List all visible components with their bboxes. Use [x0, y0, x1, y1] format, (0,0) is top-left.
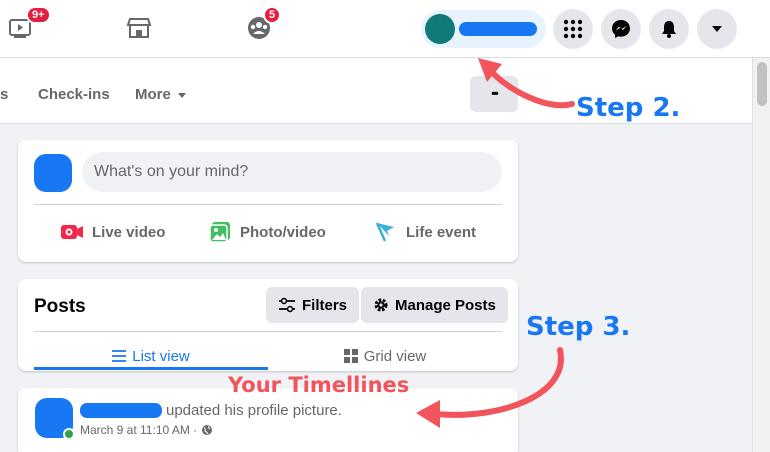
marketplace-nav-button[interactable] [121, 10, 157, 46]
tab-more-label: More [135, 86, 171, 103]
post-meta: March 9 at 11:10 AM · [80, 423, 213, 437]
list-view-label: List view [132, 347, 190, 365]
groups-badge: 5 [263, 6, 282, 24]
scrollbar[interactable] [752, 58, 770, 452]
tab-more[interactable]: More [135, 86, 187, 103]
tab-partial[interactable]: s [0, 86, 8, 103]
live-video-icon [61, 225, 83, 239]
composer-placeholder: What's on your mind? [94, 163, 249, 180]
life-event-button[interactable]: Life event [374, 220, 476, 244]
timeline-post: updated his profile picture. March 9 at … [18, 388, 518, 452]
divider [34, 204, 502, 205]
caret-down-icon [712, 26, 722, 32]
post-timestamp[interactable]: March 9 at 11:10 AM · [80, 423, 197, 437]
posts-title: Posts [34, 296, 86, 317]
manage-posts-button[interactable]: Manage Posts [361, 287, 508, 323]
avatar [34, 154, 72, 192]
filters-icon [279, 297, 295, 313]
messenger-icon [612, 20, 630, 38]
bell-icon [662, 21, 676, 38]
top-navbar: 9+ 5 [0, 0, 770, 58]
step-2-annotation: Step 2. [576, 93, 681, 123]
messenger-button[interactable] [601, 9, 641, 49]
tab-checkins[interactable]: Check-ins [38, 86, 110, 103]
active-tab-indicator [34, 367, 268, 370]
filters-label: Filters [302, 296, 348, 314]
live-video-button[interactable]: Live video [60, 220, 165, 244]
whats-on-your-mind-input[interactable]: What's on your mind? [82, 152, 502, 192]
profile-more-options-button[interactable]: ••• [470, 76, 518, 112]
post-composer: What's on your mind? Live video Photo/vi… [18, 140, 518, 262]
post-header: updated his profile picture. [80, 402, 342, 419]
photo-video-button[interactable]: Photo/video [208, 220, 326, 244]
watch-nav-button[interactable]: 9+ [2, 6, 51, 46]
live-video-label: Live video [92, 223, 166, 241]
author-name-redacted[interactable] [80, 403, 162, 418]
notifications-button[interactable] [649, 9, 689, 49]
scrollbar-thumb[interactable] [757, 62, 767, 106]
photo-icon [209, 222, 230, 243]
flag-icon [375, 222, 394, 242]
account-menu-button[interactable] [697, 9, 737, 49]
list-icon [112, 350, 127, 362]
avatar [425, 14, 455, 44]
filters-button[interactable]: Filters [266, 287, 360, 323]
posts-section: Posts Filters Manage Posts List view Gri… [18, 279, 518, 371]
grid-view-tab[interactable]: Grid view [268, 341, 502, 371]
post-action-text: updated his profile picture. [166, 402, 342, 419]
menu-button[interactable] [553, 9, 593, 49]
more-dots-label: ••• [491, 88, 498, 100]
grid-icon [343, 349, 358, 363]
caret-down-icon [177, 92, 186, 98]
groups-nav-button[interactable]: 5 [241, 6, 282, 46]
profile-button[interactable] [421, 10, 546, 48]
step-3-annotation: Step 3. [526, 312, 631, 342]
life-event-label: Life event [406, 223, 477, 241]
timelines-annotation: Your Timellines [228, 373, 410, 397]
divider [34, 331, 502, 332]
profile-name-redacted [459, 22, 537, 36]
watch-badge: 9+ [26, 6, 51, 24]
gear-icon [374, 298, 388, 312]
online-status-dot [63, 428, 75, 440]
grid-menu-icon [563, 19, 583, 39]
photo-video-label: Photo/video [240, 223, 326, 241]
globe-icon [202, 425, 213, 435]
manage-posts-label: Manage Posts [395, 296, 496, 314]
grid-view-label: Grid view [363, 347, 427, 365]
marketplace-icon [126, 18, 152, 38]
